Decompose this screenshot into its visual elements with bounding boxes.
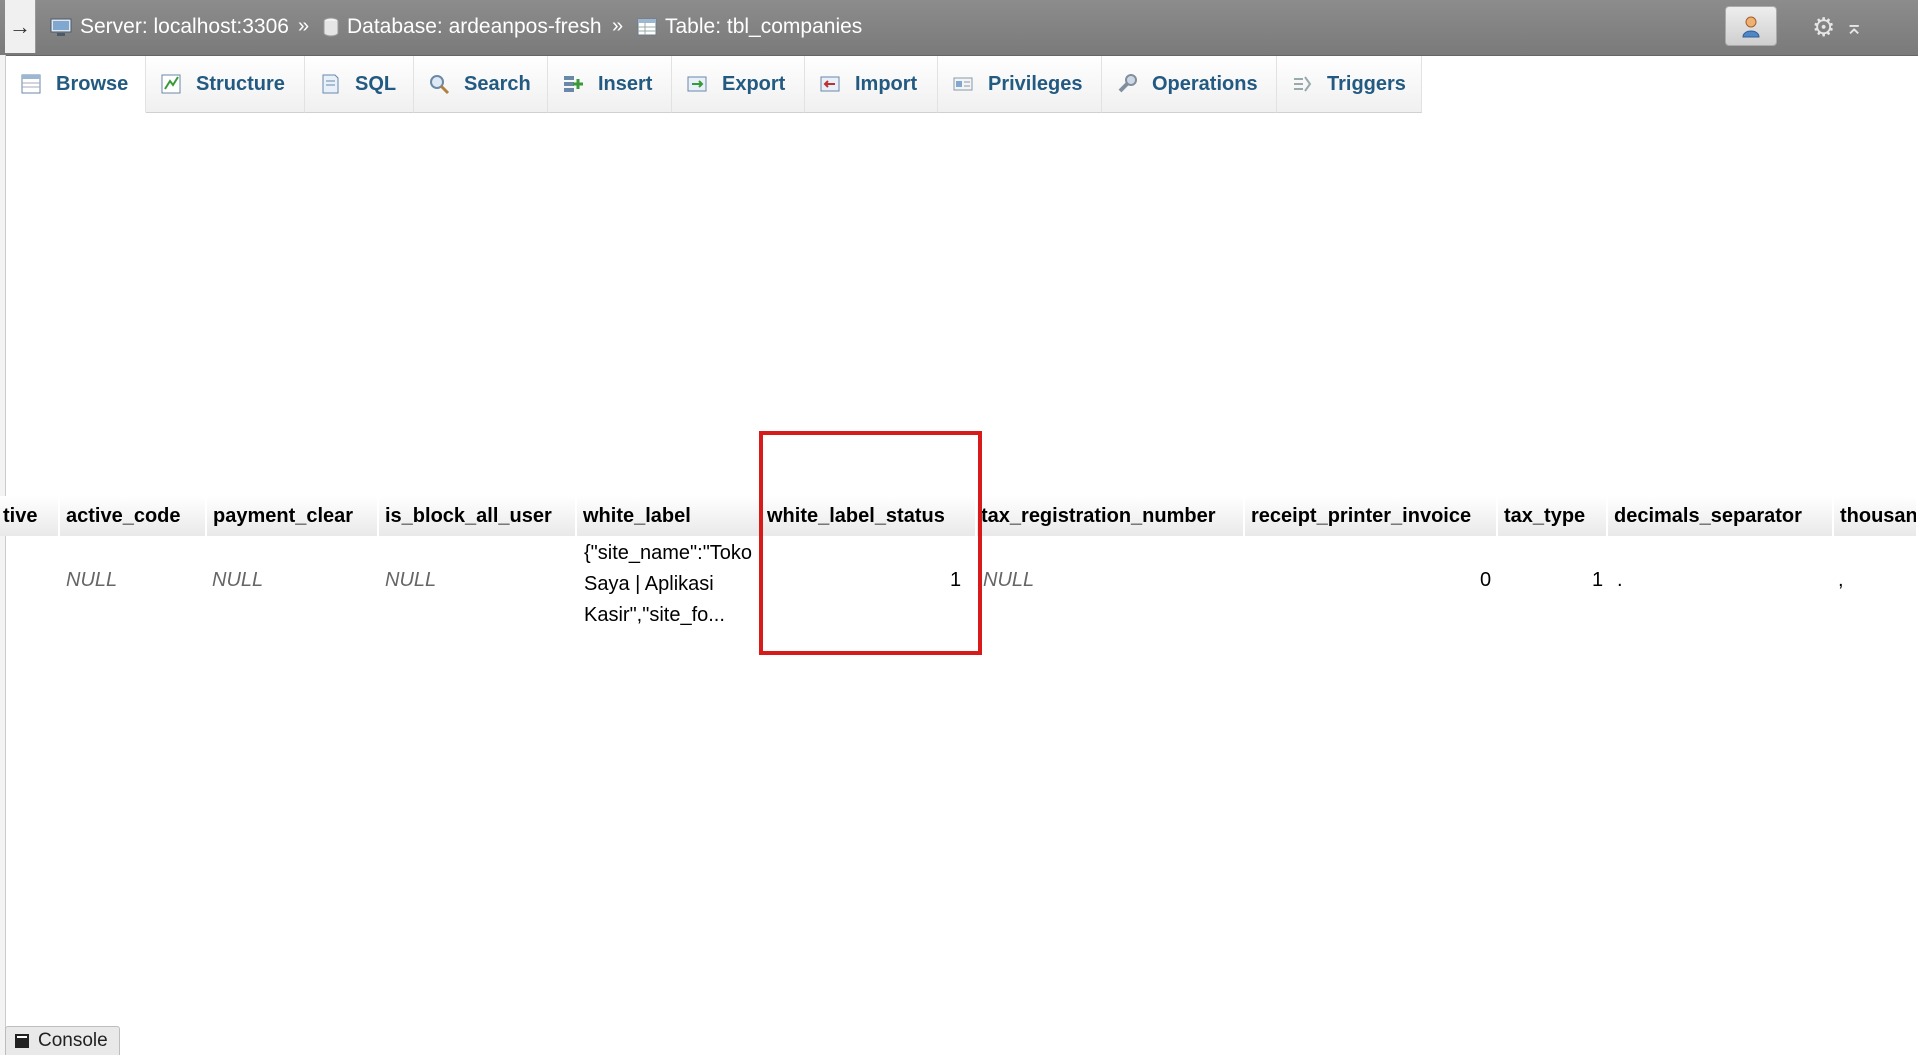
arrow-right-icon: →	[9, 13, 31, 39]
cell-tax-type[interactable]: 1	[1592, 569, 1603, 592]
tab-import-label: Import	[855, 72, 918, 95]
user-button[interactable]	[1725, 6, 1777, 46]
sql-icon	[322, 74, 339, 94]
console-button[interactable]: Console	[5, 1026, 120, 1055]
cell-white-label[interactable]: {"site_name":"Toko Saya | Aplikasi Kasir…	[584, 538, 752, 631]
cell-is-block-all-user[interactable]: NULL	[385, 569, 436, 592]
breadcrumb-separator: »	[298, 15, 310, 37]
column-header[interactable]: white_label	[577, 496, 761, 536]
tab-triggers[interactable]: Triggers	[1277, 56, 1422, 113]
column-header[interactable]: decimals_separator	[1608, 496, 1834, 536]
white-label-line: Saya | Aplikasi	[584, 573, 714, 595]
tab-browse[interactable]: Browse	[6, 56, 146, 113]
structure-icon	[161, 74, 181, 94]
browse-icon	[21, 74, 41, 94]
tab-operations[interactable]: Operations	[1102, 56, 1277, 113]
database-icon	[323, 17, 339, 37]
cell-payment-clear[interactable]: NULL	[212, 569, 263, 592]
breadcrumb-database[interactable]: Database: ardeanpos-fresh	[323, 14, 602, 40]
tab-triggers-label: Triggers	[1327, 72, 1406, 95]
column-header[interactable]: is_block_all_user	[379, 496, 577, 536]
breadcrumb-server[interactable]: Server: localhost:3306	[50, 14, 289, 40]
tab-search-label: Search	[464, 72, 531, 95]
search-icon	[430, 75, 450, 95]
navigation-toggle-button[interactable]: →	[5, 0, 36, 53]
tab-structure-label: Structure	[196, 72, 285, 95]
tab-import[interactable]: Import	[805, 56, 938, 113]
white-label-line: Kasir","site_fo...	[584, 604, 725, 626]
table-icon	[637, 18, 657, 36]
privileges-icon	[953, 77, 973, 91]
gear-icon[interactable]: ⚙	[1812, 14, 1835, 40]
column-header[interactable]: payment_clear	[207, 496, 379, 536]
column-header[interactable]: receipt_printer_invoice	[1245, 496, 1498, 536]
import-icon	[820, 76, 840, 92]
operations-icon	[1118, 74, 1137, 93]
column-header[interactable]: active_code	[60, 496, 207, 536]
tab-export[interactable]: Export	[672, 56, 805, 113]
tab-export-label: Export	[722, 72, 786, 95]
cell-decimals-separator[interactable]: .	[1617, 569, 1623, 592]
console-label: Console	[38, 1030, 108, 1051]
column-header[interactable]: thousan	[1834, 496, 1918, 536]
tab-sql-label: SQL	[355, 72, 397, 95]
tab-insert-label: Insert	[598, 72, 653, 95]
highlight-box	[759, 431, 982, 655]
cell-active-code[interactable]: NULL	[66, 569, 117, 592]
tab-structure[interactable]: Structure	[146, 56, 305, 113]
collapse-icon[interactable]: ⌅	[1845, 14, 1863, 40]
console-icon	[15, 1034, 29, 1048]
export-icon	[687, 76, 707, 92]
breadcrumb-separator: »	[612, 15, 624, 37]
tab-search[interactable]: Search	[414, 56, 548, 113]
breadcrumb-table-label: Table: tbl_companies	[665, 15, 863, 38]
column-header[interactable]: tax_registration_number	[977, 496, 1245, 536]
tab-sql[interactable]: SQL	[305, 56, 414, 113]
server-icon	[50, 18, 72, 36]
white-label-line: {"site_name":"Toko	[584, 542, 753, 564]
breadcrumb-database-label: Database: ardeanpos-fresh	[347, 15, 602, 38]
column-header[interactable]: tive	[0, 496, 60, 536]
tab-insert[interactable]: Insert	[548, 56, 672, 113]
table-menu-tabs: Browse Structure SQL Search Insert Expor…	[6, 56, 1422, 113]
insert-icon	[564, 76, 583, 92]
cell-receipt-printer-invoice[interactable]: 0	[1480, 569, 1491, 592]
tab-privileges[interactable]: Privileges	[938, 56, 1102, 113]
tab-operations-label: Operations	[1152, 72, 1258, 95]
cell-tax-registration-number[interactable]: NULL	[983, 569, 1034, 592]
cell-thousands-separator[interactable]: ,	[1838, 569, 1844, 592]
tab-browse-label: Browse	[56, 72, 129, 95]
top-navigation-bar: → Server: localhost:3306 » Database: ard…	[0, 0, 1918, 56]
breadcrumb-table[interactable]: Table: tbl_companies	[637, 14, 862, 40]
column-header[interactable]: tax_type	[1498, 496, 1608, 536]
tab-privileges-label: Privileges	[988, 72, 1083, 95]
user-icon	[1742, 16, 1760, 38]
triggers-icon	[1294, 76, 1312, 92]
breadcrumb-server-label: Server: localhost:3306	[80, 15, 289, 38]
